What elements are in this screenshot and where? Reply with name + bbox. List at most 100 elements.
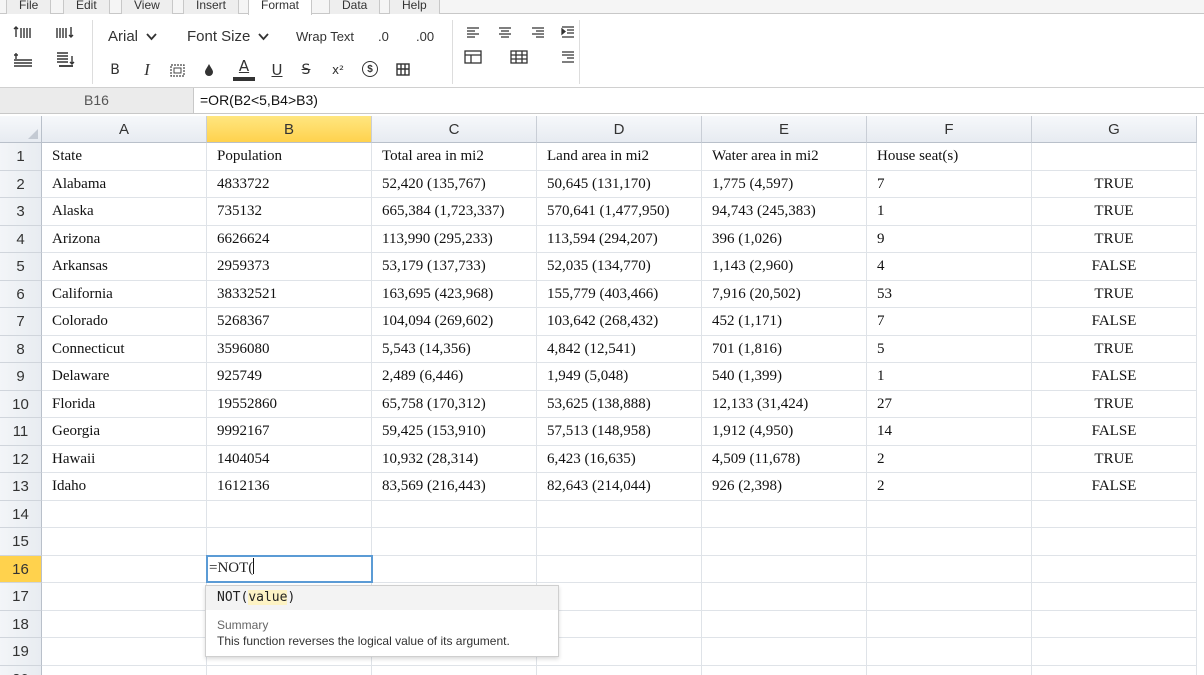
table-cell[interactable] [537,610,702,638]
table-cell[interactable] [537,583,702,611]
table-cell[interactable]: 570,641 (1,477,950) [537,198,702,226]
table-cell[interactable] [207,500,372,528]
table-cell[interactable]: 163,695 (423,968) [372,280,537,308]
font-color-button[interactable]: A [232,56,256,82]
borders-icon[interactable] [168,61,186,79]
table-cell[interactable]: TRUE [1032,198,1197,226]
row-header[interactable]: 17 [0,583,42,611]
column-header-a[interactable]: A [42,116,207,143]
decrease-decimal-button[interactable]: .0 [378,26,389,46]
table-cell[interactable]: Alabama [42,170,207,198]
table-cell[interactable] [867,638,1032,666]
row-header[interactable]: 3 [0,198,42,226]
table-cell[interactable] [867,555,1032,583]
align-right-icon[interactable] [530,24,546,40]
column-header-b[interactable]: B [207,116,372,143]
row-header[interactable]: 1 [0,143,42,171]
table-cell[interactable]: 4833722 [207,170,372,198]
table-cell[interactable] [867,610,1032,638]
table-cell[interactable] [207,665,372,675]
table-cell[interactable]: 452 (1,171) [702,308,867,336]
table-cell[interactable]: Alaska [42,198,207,226]
grid-icon[interactable] [509,48,529,66]
table-cell[interactable]: TRUE [1032,390,1197,418]
table-cell[interactable]: 926 (2,398) [702,473,867,501]
select-all-corner[interactable] [0,116,42,143]
table-cell[interactable]: 113,990 (295,233) [372,225,537,253]
increase-decimal-button[interactable]: .00 [416,26,434,46]
tab-help[interactable]: Help [389,0,440,14]
table-format-icon[interactable] [463,48,483,66]
table-cell[interactable]: 9 [867,225,1032,253]
table-cell[interactable]: 52,035 (134,770) [537,253,702,281]
table-cell[interactable]: 1,143 (2,960) [702,253,867,281]
table-cell[interactable] [1032,555,1197,583]
table-cell[interactable] [1032,528,1197,556]
table-cell[interactable] [702,610,867,638]
table-cell[interactable] [42,638,207,666]
tab-format[interactable]: Format [248,0,313,15]
row-header[interactable]: 7 [0,308,42,336]
table-cell[interactable] [1032,665,1197,675]
table-cell[interactable] [42,555,207,583]
table-cell[interactable]: 104,094 (269,602) [372,308,537,336]
table-cell[interactable]: 6,423 (16,635) [537,445,702,473]
row-header[interactable]: 16 [0,555,42,583]
table-cell[interactable]: 65,758 (170,312) [372,390,537,418]
tab-data[interactable]: Data [329,0,381,14]
table-cell[interactable]: Colorado [42,308,207,336]
table-cell[interactable]: 83,569 (216,443) [372,473,537,501]
table-cell[interactable]: 2959373 [207,253,372,281]
column-header-d[interactable]: D [537,116,702,143]
table-cell[interactable]: TRUE [1032,170,1197,198]
table-cell[interactable] [1032,583,1197,611]
table-cell[interactable]: Arizona [42,225,207,253]
table-cell[interactable] [42,665,207,675]
table-cell[interactable]: 103,642 (268,432) [537,308,702,336]
table-cell[interactable] [42,500,207,528]
table-cell[interactable]: 3596080 [207,335,372,363]
row-header[interactable]: 12 [0,445,42,473]
table-cell[interactable] [537,665,702,675]
currency-button[interactable]: $ [362,61,378,77]
bold-button[interactable]: B [106,60,124,80]
row-header[interactable]: 20 [0,665,42,675]
table-cell[interactable]: 57,513 (148,958) [537,418,702,446]
table-cell[interactable] [867,665,1032,675]
table-cell[interactable]: 5268367 [207,308,372,336]
cell-editor[interactable]: =NOT( [206,555,373,583]
table-cell[interactable]: Connecticut [42,335,207,363]
table-cell[interactable] [1032,143,1197,171]
table-cell[interactable]: FALSE [1032,308,1197,336]
table-cell[interactable]: 10,932 (28,314) [372,445,537,473]
table-cell[interactable] [537,500,702,528]
table-cell[interactable] [1032,610,1197,638]
table-cell[interactable]: 396 (1,026) [702,225,867,253]
table-cell[interactable]: 1404054 [207,445,372,473]
table-cell[interactable] [207,528,372,556]
table-cell[interactable]: 1,949 (5,048) [537,363,702,391]
column-header-g[interactable]: G [1032,116,1197,143]
align-left-icon[interactable] [465,24,481,40]
table-cell[interactable]: California [42,280,207,308]
table-cell[interactable]: 94,743 (245,383) [702,198,867,226]
superscript-button[interactable]: x² [329,60,347,80]
table-cell[interactable] [1032,500,1197,528]
column-header-c[interactable]: C [372,116,537,143]
table-cell[interactable]: 2 [867,445,1032,473]
table-cell[interactable]: 53,625 (138,888) [537,390,702,418]
table-cell[interactable]: 52,420 (135,767) [372,170,537,198]
table-cell[interactable] [537,528,702,556]
table-cell[interactable]: 155,779 (403,466) [537,280,702,308]
insert-row-above-icon[interactable] [12,24,34,42]
row-header[interactable]: 13 [0,473,42,501]
row-header[interactable]: 8 [0,335,42,363]
merge-cells-icon[interactable] [395,61,411,77]
row-header[interactable]: 2 [0,170,42,198]
function-signature[interactable]: NOT(value) [206,586,558,610]
table-cell[interactable]: 2 [867,473,1032,501]
table-cell[interactable] [867,500,1032,528]
table-cell[interactable]: 5 [867,335,1032,363]
table-cell[interactable]: House seat(s) [867,143,1032,171]
table-cell[interactable] [372,528,537,556]
